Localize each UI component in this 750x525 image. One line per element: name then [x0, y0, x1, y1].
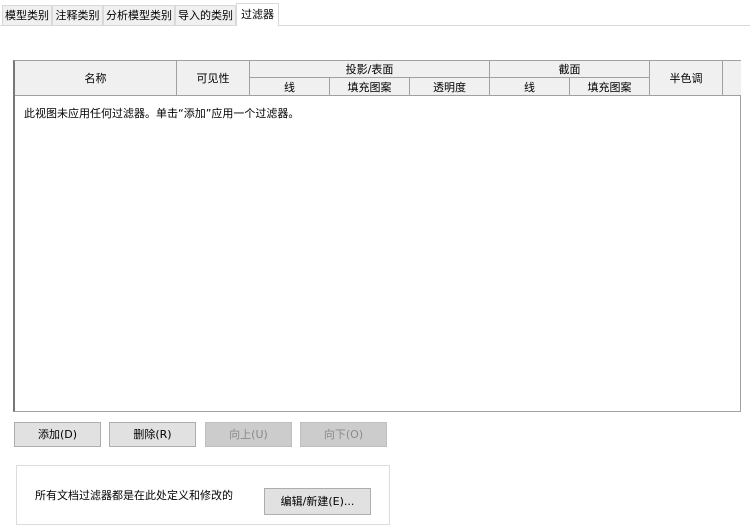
header-projection-patterns[interactable]: 填充图案 — [330, 78, 410, 96]
delete-button[interactable]: 删除(R) — [109, 422, 196, 447]
empty-message: 此视图未应用任何过滤器。单击“添加”应用一个过滤器。 — [24, 107, 300, 120]
move-down-button[interactable]: 向下(O) — [300, 422, 387, 447]
move-up-button[interactable]: 向上(U) — [205, 422, 292, 447]
header-projection-lines[interactable]: 线 — [250, 78, 330, 96]
header-cut-lines[interactable]: 线 — [490, 78, 570, 96]
filter-definitions-text: 所有文档过滤器都是在此处定义和修改的 — [35, 489, 233, 502]
header-cut-patterns[interactable]: 填充图案 — [570, 78, 650, 96]
tab-model-categories[interactable]: 模型类别 — [2, 5, 52, 25]
tab-bar: 模型类别 注释类别 分析模型类别 导入的类别 过滤器 — [0, 0, 750, 26]
filters-table[interactable]: 名称 可见性 投影/表面 线 填充图案 透明度 截面 线 填充图案 半色调 此视… — [13, 60, 741, 412]
header-cut: 截面 — [490, 61, 650, 78]
tab-analytical-model-categories[interactable]: 分析模型类别 — [103, 5, 175, 25]
header-filler — [723, 61, 741, 96]
header-name[interactable]: 名称 — [15, 61, 177, 96]
tab-annotation-categories[interactable]: 注释类别 — [52, 5, 103, 25]
header-visibility[interactable]: 可见性 — [177, 61, 250, 96]
add-button[interactable]: 添加(D) — [14, 422, 101, 447]
header-projection-surface: 投影/表面 — [250, 61, 490, 78]
header-projection-transparency[interactable]: 透明度 — [410, 78, 490, 96]
edit-new-button[interactable]: 编辑/新建(E)... — [264, 488, 371, 515]
filter-definitions-group: 所有文档过滤器都是在此处定义和修改的 编辑/新建(E)... — [16, 465, 390, 525]
tab-filters[interactable]: 过滤器 — [236, 3, 279, 26]
header-halftone[interactable]: 半色调 — [650, 61, 723, 96]
tab-imported-categories[interactable]: 导入的类别 — [175, 5, 236, 25]
